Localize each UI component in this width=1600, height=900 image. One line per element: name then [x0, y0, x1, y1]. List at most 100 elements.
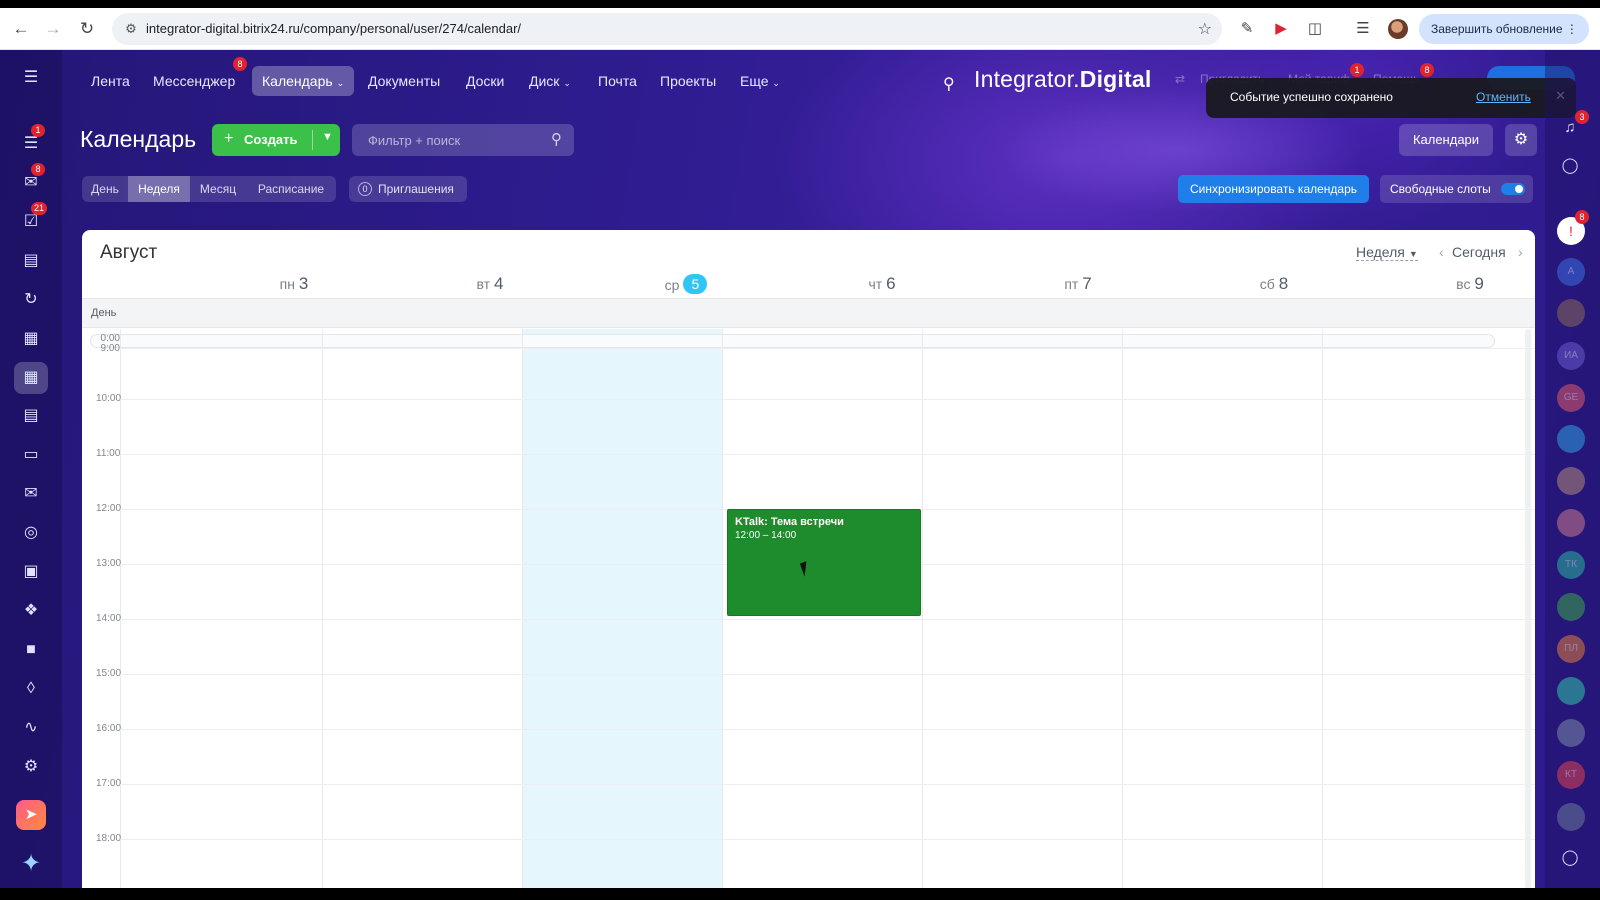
tab-month[interactable]: Месяц: [190, 176, 246, 202]
portal-logo[interactable]: Integrator.Digital: [974, 66, 1151, 93]
day-header-fri[interactable]: пт 7: [978, 274, 1178, 294]
sync-calendar-button[interactable]: Синхронизировать календарь: [1178, 175, 1369, 203]
bookmark-star-icon[interactable]: ☆: [1198, 19, 1212, 39]
scrollbar[interactable]: [1525, 329, 1531, 888]
hour-line: [120, 674, 1535, 675]
nav-feed[interactable]: Лента: [91, 66, 130, 96]
nav-projects[interactable]: Проекты: [660, 66, 716, 96]
event-title: KTalk: Тема встречи: [735, 516, 844, 528]
back-icon[interactable]: ←: [10, 18, 32, 40]
nav-more[interactable]: Еще ⌄: [740, 66, 780, 96]
view-select[interactable]: Неделя ▼: [1356, 244, 1418, 261]
time-grid[interactable]: 0:00 9:00 10:00 11:00 12:00 13:00 14:00 …: [82, 329, 1535, 888]
news-icon[interactable]: ▦: [19, 327, 43, 351]
copilot-star-icon[interactable]: ✦: [17, 850, 45, 878]
extensions-icon[interactable]: ◫: [1304, 18, 1326, 40]
avatar[interactable]: [1557, 425, 1585, 453]
global-search-icon[interactable]: ⚲: [943, 74, 955, 94]
invitations-button[interactable]: 0 Приглашения: [349, 176, 467, 202]
robot-icon[interactable]: ■: [19, 638, 43, 662]
update-button[interactable]: Завершить обновление ⋮: [1419, 14, 1589, 44]
documents-icon[interactable]: ▤: [19, 404, 43, 428]
all-day-row[interactable]: День: [82, 298, 1535, 328]
projects-icon[interactable]: ◎: [19, 521, 43, 545]
nav-more-label: Еще: [740, 73, 769, 89]
hour-line: [120, 348, 1535, 349]
day-header-mon[interactable]: пн 3: [194, 274, 394, 294]
avatar[interactable]: [1557, 803, 1585, 831]
today-button[interactable]: Сегодня: [1452, 244, 1506, 260]
media-control-icon[interactable]: ☰: [1352, 18, 1374, 40]
free-slots-toggle[interactable]: [1501, 183, 1525, 195]
chat-search-icon[interactable]: ◯: [1558, 154, 1582, 178]
nav-calendar-label: Календарь: [262, 73, 333, 89]
sites-icon[interactable]: ▣: [19, 560, 43, 584]
free-slots-label: Свободные слоты: [1390, 182, 1491, 196]
nav-boards[interactable]: Доски: [466, 66, 504, 96]
pen-extension-icon[interactable]: ✎: [1236, 18, 1258, 40]
site-info-icon[interactable]: ⚙: [122, 20, 140, 38]
avatar[interactable]: А: [1557, 258, 1585, 286]
youtube-extension-icon[interactable]: ▶: [1270, 18, 1292, 40]
create-button[interactable]: + Создать ▼: [212, 124, 340, 156]
avatar[interactable]: [1557, 299, 1585, 327]
collapsed-hours-band[interactable]: [90, 334, 1495, 348]
address-bar[interactable]: ⚙ integrator-digital.bitrix24.ru/company…: [112, 13, 1222, 45]
search-icon[interactable]: ⚲: [551, 130, 562, 148]
drive-icon[interactable]: ▭: [19, 443, 43, 467]
tab-week[interactable]: Неделя: [128, 176, 190, 202]
day-header-wed[interactable]: ср 5: [586, 274, 786, 294]
calendars-button[interactable]: Календари: [1399, 124, 1493, 156]
signature-icon[interactable]: ∿: [19, 716, 43, 740]
gear-icon[interactable]: ⚙: [1505, 124, 1537, 156]
nav-messenger[interactable]: Мессенджер: [153, 66, 235, 96]
nav-drive[interactable]: Диск ⌄: [529, 66, 571, 96]
chevron-down-icon[interactable]: ▼: [322, 131, 333, 143]
calendar-event[interactable]: KTalk: Тема встречи 12:00 – 14:00: [727, 509, 921, 616]
menu-icon[interactable]: ☰: [19, 66, 43, 90]
avatar[interactable]: ИА: [1557, 342, 1585, 370]
reload-icon[interactable]: ↻: [76, 18, 98, 40]
url-text[interactable]: integrator-digital.bitrix24.ru/company/p…: [146, 21, 521, 36]
mail-icon[interactable]: ✉: [19, 482, 43, 506]
invite-icon[interactable]: ⇄: [1175, 72, 1185, 86]
day-header-sun[interactable]: вс 9: [1370, 274, 1535, 294]
avatar[interactable]: КТ: [1557, 761, 1585, 789]
filter-placeholder: Фильтр + поиск: [368, 133, 461, 148]
hour-label: 16:00: [96, 723, 122, 734]
day-header-sat[interactable]: сб 8: [1174, 274, 1374, 294]
profile-avatar[interactable]: [1388, 19, 1408, 39]
market-icon[interactable]: ◊: [19, 677, 43, 701]
chevron-right-icon[interactable]: ›: [1518, 244, 1523, 260]
day-header-thu[interactable]: чт 6: [782, 274, 982, 294]
forward-icon[interactable]: →: [42, 18, 64, 40]
automation-icon[interactable]: ❖: [19, 599, 43, 623]
avatar[interactable]: ПЛ: [1557, 635, 1585, 663]
filter-search-input[interactable]: Фильтр + поиск ⚲: [352, 124, 574, 156]
avatar[interactable]: [1557, 467, 1585, 495]
browser-toolbar: ← → ↻ ⚙ integrator-digital.bitrix24.ru/c…: [0, 8, 1600, 50]
calendar-icon[interactable]: ▦: [14, 362, 48, 394]
view-switcher: День Неделя Месяц Расписание: [82, 176, 336, 202]
crm-icon[interactable]: ▤: [19, 249, 43, 273]
rocket-icon[interactable]: ➤: [16, 800, 46, 830]
tab-day[interactable]: День: [82, 176, 128, 202]
day-dow: пн: [279, 276, 295, 292]
video-icon[interactable]: [1557, 677, 1585, 705]
day-header-tue[interactable]: вт 4: [390, 274, 590, 294]
sync-icon[interactable]: ↻: [19, 288, 43, 312]
chevron-left-icon[interactable]: ‹: [1439, 244, 1444, 260]
nav-mail[interactable]: Почта: [598, 66, 637, 96]
avatar[interactable]: ТК: [1557, 551, 1585, 579]
settings-icon[interactable]: ⚙: [19, 755, 43, 779]
avatar[interactable]: GE: [1557, 384, 1585, 412]
nav-documents[interactable]: Документы: [368, 66, 440, 96]
history-icon[interactable]: ◯: [1558, 846, 1582, 870]
avatar[interactable]: [1557, 593, 1585, 621]
hour-line: [120, 784, 1535, 785]
undo-link[interactable]: Отменить: [1476, 90, 1531, 104]
nav-calendar[interactable]: Календарь ⌄: [252, 66, 355, 96]
avatar[interactable]: [1557, 509, 1585, 537]
avatar[interactable]: [1557, 719, 1585, 747]
tab-schedule[interactable]: Расписание: [246, 176, 336, 202]
